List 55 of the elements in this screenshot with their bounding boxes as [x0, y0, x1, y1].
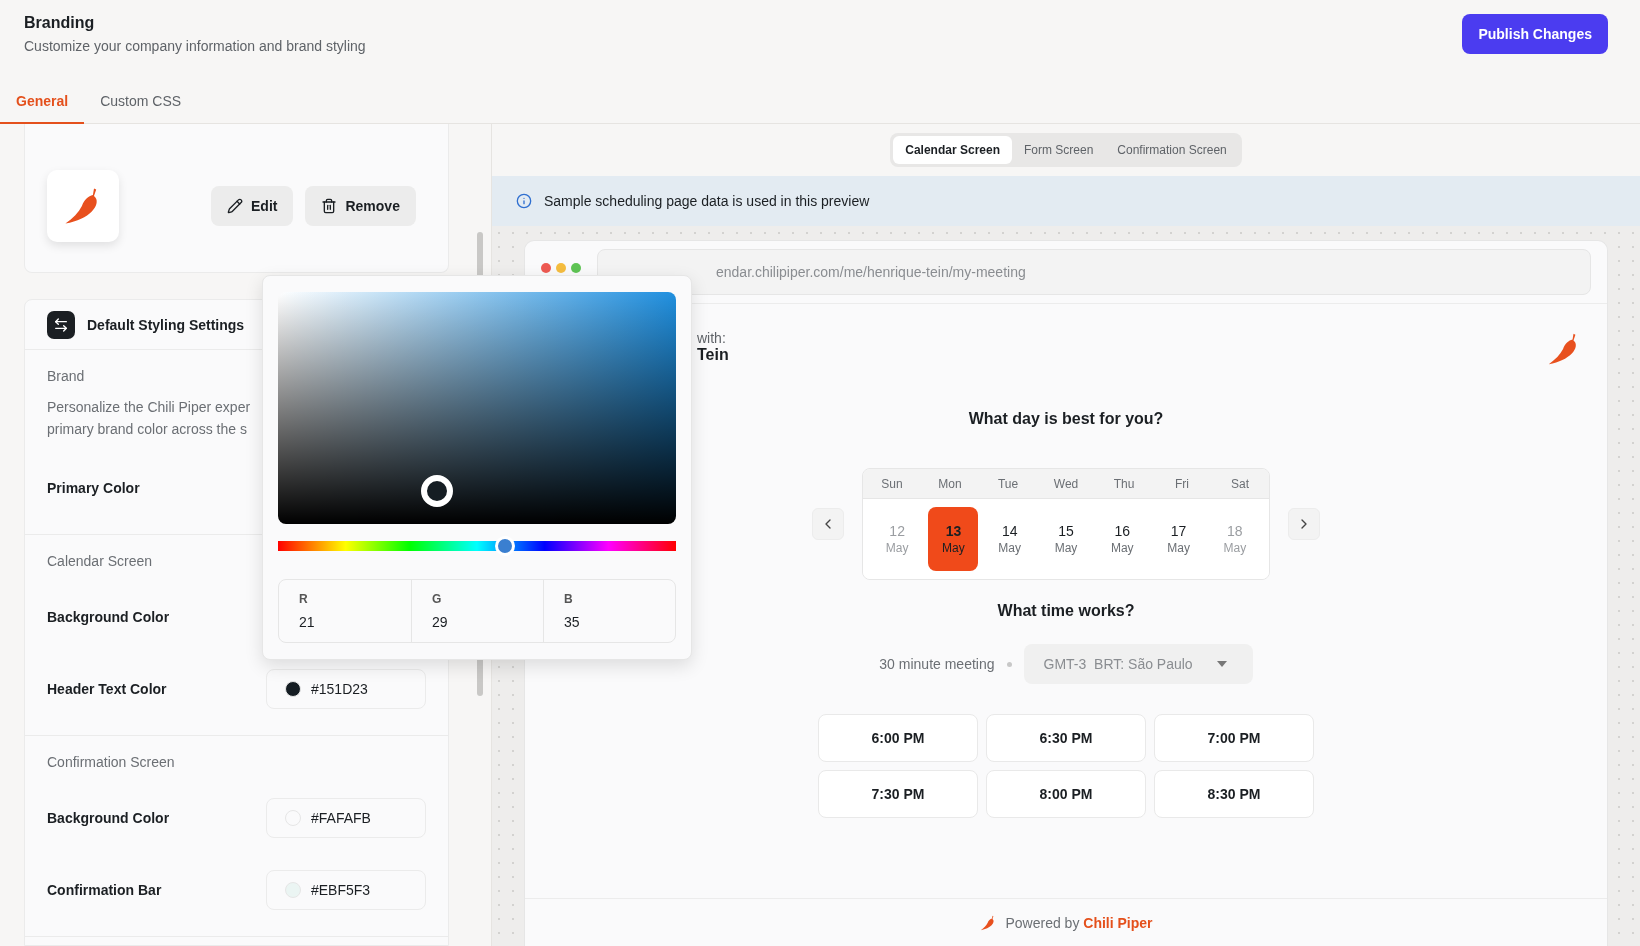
remove-button[interactable]: Remove	[305, 186, 416, 226]
day-heading: What day is best for you?	[968, 410, 1164, 428]
weekday-label: Sun	[880, 476, 904, 491]
weekday-label: Sat	[1230, 476, 1250, 491]
url-field: endar.chilipiper.com/me/henrique-tein/my-meeting	[597, 249, 1591, 295]
screen-tab[interactable]: Form Screen	[1012, 136, 1106, 164]
channel-value[interactable]: 35	[564, 614, 655, 630]
weekday-label: Thu	[1112, 476, 1136, 491]
time-slot-button[interactable]: 6:00 PM	[818, 714, 978, 762]
card-title: Default Styling Settings	[87, 316, 245, 333]
channel-label: B	[564, 592, 574, 606]
weekday-label: Mon	[937, 476, 963, 491]
section-heading: Brand	[47, 368, 86, 384]
host-name: Tein	[697, 346, 729, 364]
tab[interactable]: Custom CSS	[84, 80, 198, 124]
time-slot-button[interactable]: 8:00 PM	[986, 770, 1146, 818]
weekday-label: Tue	[996, 476, 1020, 491]
time-slot-button[interactable]: 8:30 PM	[1154, 770, 1314, 818]
time-slot-button[interactable]: 7:00 PM	[1154, 714, 1314, 762]
screen-tab[interactable]: Calendar Screen	[893, 136, 1012, 164]
channel-value[interactable]: 29	[432, 614, 523, 630]
page-subtitle: Customize your company information and brand styling	[24, 38, 366, 54]
date-button[interactable]: 15 May	[1041, 507, 1091, 571]
time-heading: What time works?	[997, 602, 1135, 620]
channel-label: G	[432, 592, 443, 606]
channel-label: R	[299, 592, 309, 606]
edit-button[interactable]: Edit	[211, 186, 294, 226]
weekday-label: Wed	[1052, 476, 1080, 491]
setting-label: Primary Color	[47, 480, 140, 496]
screen-tab[interactable]: Confirmation Screen	[1105, 136, 1239, 164]
page-title: Branding	[24, 14, 96, 32]
weekday-label: Fri	[1174, 476, 1190, 491]
date-button[interactable]: 13 May	[928, 507, 979, 571]
date-button[interactable]: 16 May	[1097, 507, 1148, 571]
section-heading: Calendar Screen	[47, 553, 154, 569]
color-field[interactable]: #FAFAFB	[266, 798, 426, 838]
duration-text: 30 minute meeting	[879, 656, 995, 672]
date-button[interactable]: 17 May	[1153, 507, 1204, 571]
setting-label: Header Text Color	[47, 681, 167, 697]
time-slot-button[interactable]: 6:30 PM	[986, 714, 1146, 762]
host-label: with:	[697, 330, 727, 346]
channel-value[interactable]: 21	[299, 614, 391, 630]
section-heading: Confirmation Screen	[47, 754, 176, 770]
setting-label: Confirmation Bar	[47, 882, 162, 898]
date-button[interactable]: 14 May	[984, 507, 1035, 571]
brand-link[interactable]: Chili Piper	[1083, 914, 1153, 931]
color-field[interactable]: #EBF5F3	[266, 870, 426, 910]
setting-label: Background Color	[47, 810, 170, 826]
time-slot-button[interactable]: 7:30 PM	[818, 770, 978, 818]
info-text: Sample scheduling page data is used in this preview	[544, 193, 870, 209]
setting-label: Background Color	[47, 609, 170, 625]
publish-button[interactable]: Publish Changes	[1462, 14, 1608, 54]
section-description: Personalize the Chili Piper exper primary brand color across the s	[47, 398, 252, 439]
powered-by-text: Powered by Chili Piper	[1005, 914, 1153, 931]
color-field[interactable]: #151D23	[266, 669, 426, 709]
